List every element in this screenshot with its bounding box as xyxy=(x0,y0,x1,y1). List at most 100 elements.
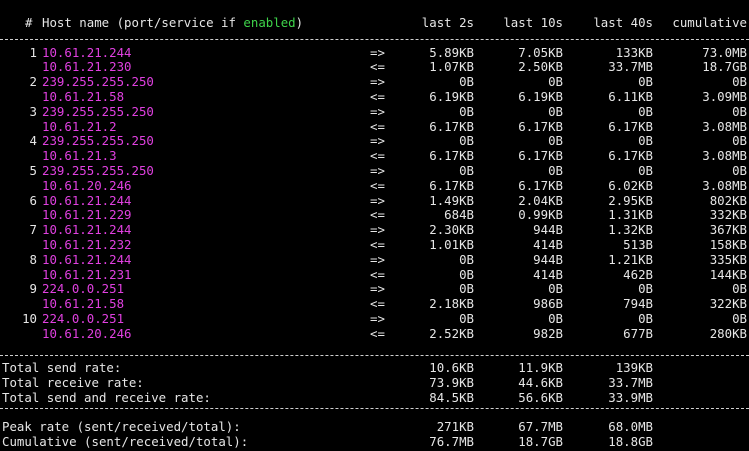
host-name: 224.0.0.251 xyxy=(42,310,125,326)
direction-arrow: => xyxy=(370,44,385,60)
rate-last-10s: 2.04KB xyxy=(518,192,563,208)
total-row: Total receive rate: 73.9KB 44.6KB 33.7MB xyxy=(0,374,749,391)
rate-last-2s: 6.17KB xyxy=(429,177,474,193)
divider xyxy=(0,408,749,409)
rate-last-40s: 0B xyxy=(638,103,653,119)
host-name: 10.61.21.244 xyxy=(42,192,132,208)
row-number: 4 xyxy=(29,133,37,149)
header-last-2s: last 2s xyxy=(421,15,474,30)
direction-arrow: => xyxy=(370,310,385,326)
rate-last-2s: 2.18KB xyxy=(429,296,474,312)
table-row: 5 239.255.255.250 => 0B 0B 0B 0B xyxy=(0,162,749,179)
rate-last-10s: 982B xyxy=(533,325,563,341)
table-row: 10.61.20.246 <= 6.17KB 6.17KB 6.02KB 3.08MB xyxy=(0,177,749,194)
rate-cumulative: 0B xyxy=(732,310,747,326)
host-name: 239.255.255.250 xyxy=(42,74,154,90)
peak-received: 18.7GB xyxy=(518,433,563,449)
rate-last-40s: 33.7MB xyxy=(608,59,653,75)
host-name: 239.255.255.250 xyxy=(42,133,154,149)
rate-last-40s: 0B xyxy=(638,281,653,297)
peak-total: 68.0MB xyxy=(608,419,653,434)
header-host-name: Host name (port/service if enabled) xyxy=(42,15,304,31)
direction-arrow: => xyxy=(370,192,385,208)
rate-last-2s: 684B xyxy=(444,207,474,223)
table-row: 10.61.21.231 <= 0B 414B 462B 144KB xyxy=(0,266,749,283)
table-row: 3 239.255.255.250 => 0B 0B 0B 0B xyxy=(0,103,749,120)
rate-last-10s: 944B xyxy=(533,222,563,238)
table-row: 10.61.21.58 <= 2.18KB 986B 794B 322KB xyxy=(0,296,749,312)
rate-last-2s: 1.01KB xyxy=(429,236,474,252)
rate-cumulative: 158KB xyxy=(709,236,747,252)
rate-last-2s: 0B xyxy=(459,103,474,119)
table-row: 9 224.0.0.251 => 0B 0B 0B 0B xyxy=(0,281,749,297)
total-row: Total send rate: 10.6KB 11.9KB 139KB xyxy=(0,360,749,376)
rate-last-40s: 462B xyxy=(623,266,653,282)
table-row: 6 10.61.21.244 => 1.49KB 2.04KB 2.95KB 802KB xyxy=(0,192,749,209)
rate-last-10s: 986B xyxy=(533,296,563,312)
rate-last-40s: 677B xyxy=(623,325,653,341)
rate-cumulative: 335KB xyxy=(709,251,747,267)
rate-last-2s: 6.17KB xyxy=(429,148,474,164)
rate-last-40s: 2.95KB xyxy=(608,192,653,208)
header-host-suffix: ) xyxy=(295,15,304,30)
direction-arrow: => xyxy=(370,281,385,297)
direction-arrow: <= xyxy=(370,59,385,75)
rate-cumulative: 18.7GB xyxy=(702,59,747,75)
rate-last-10s: 6.17KB xyxy=(518,118,563,134)
host-name: 10.61.21.3 xyxy=(42,148,117,164)
table-row: 8 10.61.21.244 => 0B 944B 1.21KB 335KB xyxy=(0,251,749,268)
host-name: 10.61.21.230 xyxy=(42,59,132,75)
table-row: 10.61.20.246 <= 2.52KB 982B 677B 280KB xyxy=(0,325,749,342)
rate-last-40s: 133KB xyxy=(615,44,653,60)
rate-last-40s: 1.31KB xyxy=(608,207,653,223)
rate-cumulative: 367KB xyxy=(709,222,747,238)
total-last-10s: 11.9KB xyxy=(518,360,563,375)
rate-last-10s: 0B xyxy=(548,74,563,90)
total-last-2s: 73.9KB xyxy=(429,374,474,390)
host-name: 10.61.21.2 xyxy=(42,118,117,134)
total-label: Total receive rate: xyxy=(2,374,144,390)
rate-cumulative: 280KB xyxy=(709,325,747,341)
peak-sent: 271KB xyxy=(436,419,474,434)
rate-cumulative: 0B xyxy=(732,103,747,119)
total-label: Total send rate: xyxy=(2,360,122,375)
row-number: 5 xyxy=(29,162,37,178)
table-row: 10.61.21.2 <= 6.17KB 6.17KB 6.17KB 3.08MB xyxy=(0,118,749,135)
direction-arrow: <= xyxy=(370,296,385,312)
rate-last-10s: 6.19KB xyxy=(518,88,563,104)
host-name: 224.0.0.251 xyxy=(42,281,125,297)
rate-cumulative: 0B xyxy=(732,74,747,90)
direction-arrow: <= xyxy=(370,177,385,193)
rate-cumulative: 3.08MB xyxy=(702,118,747,134)
rate-cumulative: 0B xyxy=(732,281,747,297)
table-row: 10.61.21.3 <= 6.17KB 6.17KB 6.17KB 3.08MB xyxy=(0,148,749,164)
table-row: 7 10.61.21.244 => 2.30KB 944B 1.32KB 367KB xyxy=(0,222,749,238)
row-number: 6 xyxy=(29,192,37,208)
rate-last-2s: 6.19KB xyxy=(429,88,474,104)
table-row: 10.61.21.230 <= 1.07KB 2.50KB 33.7MB 18.7GB xyxy=(0,59,749,75)
host-name: 10.61.21.229 xyxy=(42,207,132,223)
direction-arrow: => xyxy=(370,103,385,119)
rate-cumulative: 802KB xyxy=(709,192,747,208)
row-number: 9 xyxy=(29,281,37,297)
rate-last-10s: 414B xyxy=(533,266,563,282)
header-host-prefix: Host name (port/service if xyxy=(42,15,244,30)
peak-sent: 76.7MB xyxy=(429,433,474,449)
rate-last-2s: 1.07KB xyxy=(429,59,474,75)
peak-label: Peak rate (sent/received/total): xyxy=(2,419,241,434)
host-name: 10.61.21.244 xyxy=(42,44,132,60)
table-row: 4 239.255.255.250 => 0B 0B 0B 0B xyxy=(0,133,749,149)
host-name: 239.255.255.250 xyxy=(42,103,154,119)
divider xyxy=(0,39,749,40)
header-last-40s: last 40s xyxy=(593,15,653,30)
row-number: 2 xyxy=(29,74,37,90)
header-number: # xyxy=(25,15,33,30)
rate-last-10s: 0B xyxy=(548,281,563,297)
rate-last-40s: 1.32KB xyxy=(608,222,653,238)
rate-cumulative: 0B xyxy=(732,162,747,178)
rate-last-10s: 0B xyxy=(548,162,563,178)
rate-cumulative: 3.08MB xyxy=(702,177,747,193)
total-last-40s: 139KB xyxy=(615,360,653,375)
direction-arrow: <= xyxy=(370,325,385,341)
direction-arrow: <= xyxy=(370,266,385,282)
